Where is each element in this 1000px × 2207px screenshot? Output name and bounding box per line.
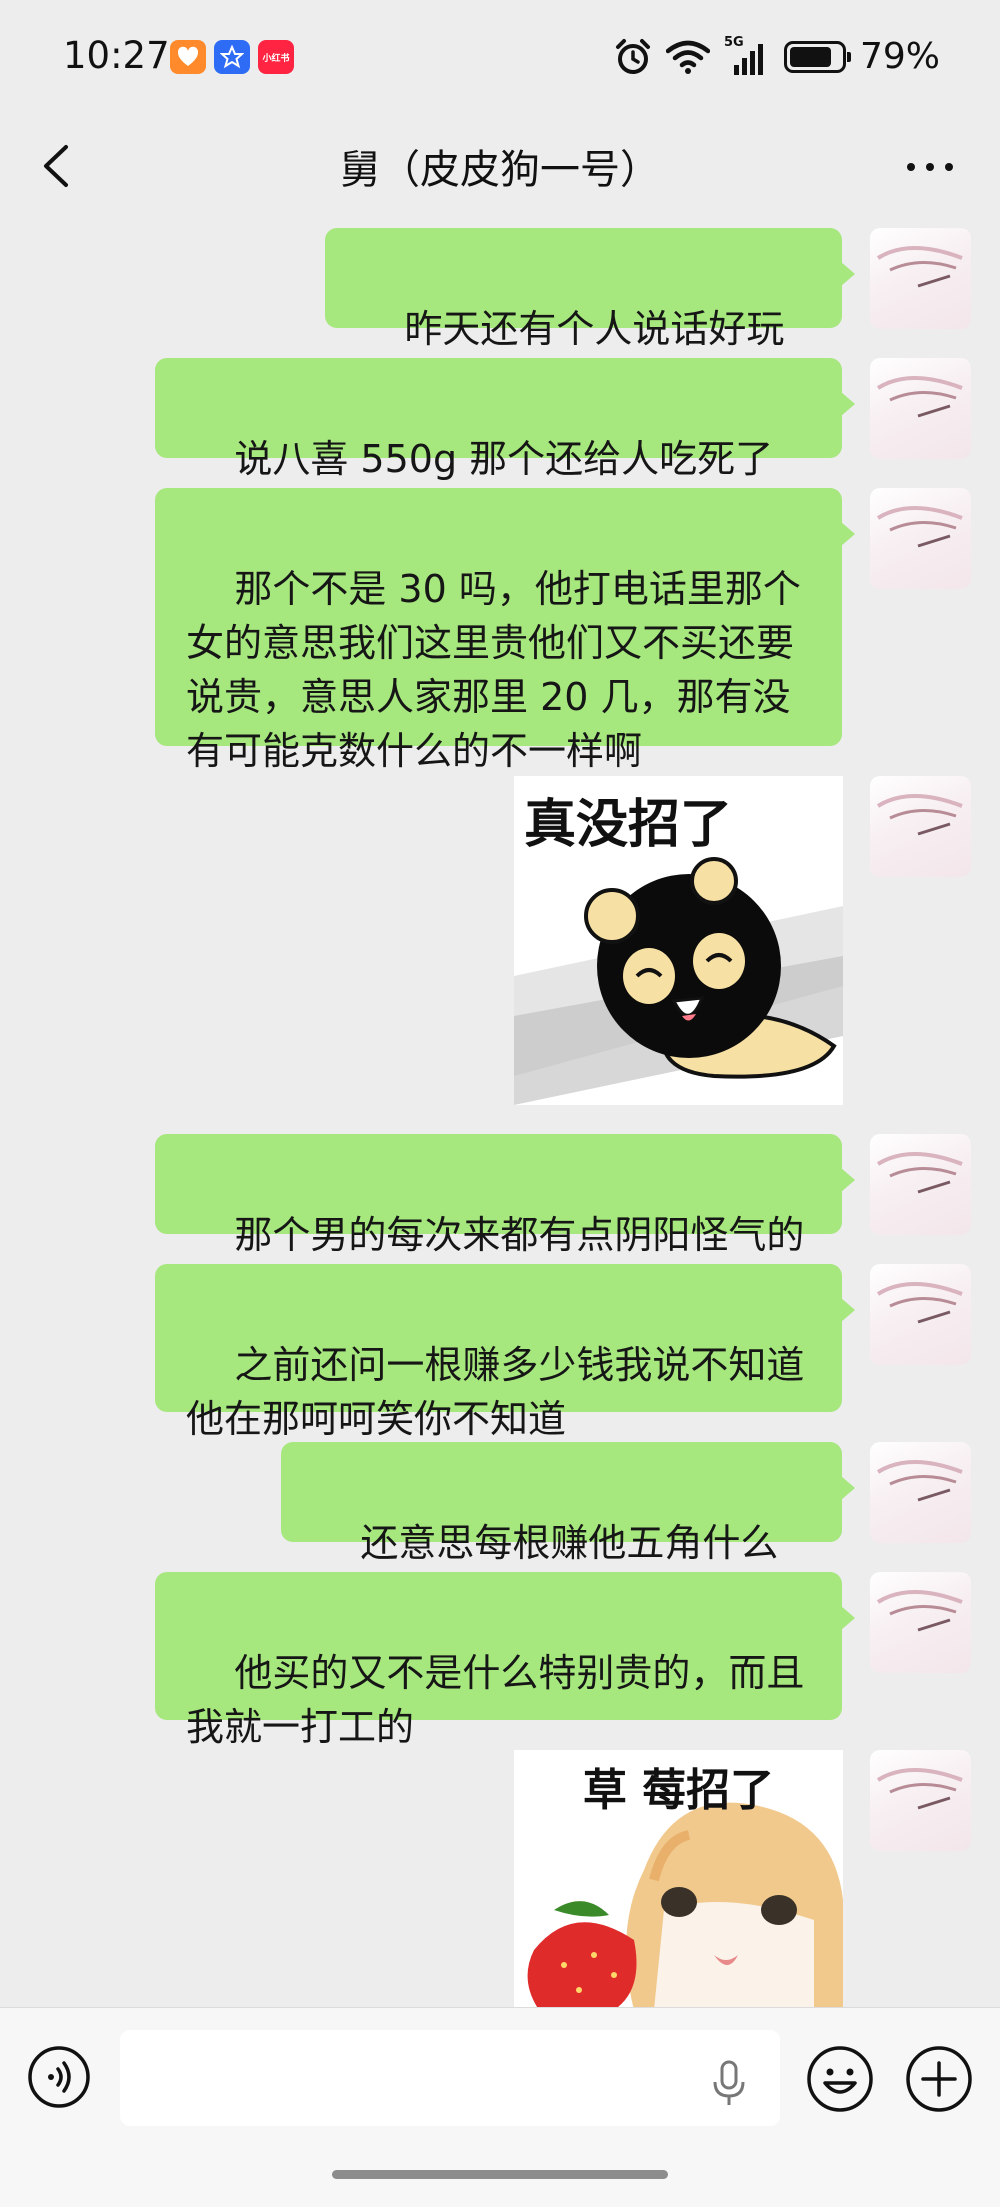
message-text: 那个不是 30 吗，他打电话里那个女的意思我们这里贵他们又不买还要说贵，意思人家… <box>186 567 801 773</box>
taobao-app-icon <box>170 40 206 74</box>
chat-header: 舅（皮皮狗一号） <box>0 115 1000 220</box>
battery-icon <box>783 40 851 73</box>
message-bubble[interactable]: 之前还问一根赚多少钱我说不知道他在那呵呵笑你不知道 <box>155 1264 855 1441</box>
avatar-image-icon <box>876 1282 963 1324</box>
avatar-image-icon <box>876 1152 963 1194</box>
status-app-icons: 小红书 <box>170 40 294 74</box>
plus-icon <box>906 2046 972 2112</box>
message-bubble[interactable]: 那个男的每次来都有点阴阳怪气的 <box>155 1134 855 1257</box>
avatar[interactable] <box>870 1442 971 1543</box>
message-bubble[interactable]: 昨天还有个人说话好玩呢 <box>325 228 855 405</box>
alarm-icon <box>615 38 650 74</box>
status-bar: 10:27 小红书 5G 79% <box>0 0 1000 115</box>
avatar[interactable] <box>870 1750 971 1851</box>
battery-percent: 79% <box>859 36 940 77</box>
mic-button[interactable] <box>712 2060 746 2108</box>
more-functions-button[interactable] <box>905 2045 973 2113</box>
xiaohongshu-app-icon: 小红书 <box>258 40 294 74</box>
avatar-image-icon <box>876 1768 963 1810</box>
avatar-image-icon <box>876 376 963 418</box>
xiaohongshu-label: 小红书 <box>262 53 290 64</box>
more-dots-icon <box>907 163 953 171</box>
avatar-image-icon <box>876 794 963 836</box>
avatar-image-icon <box>876 1590 963 1632</box>
more-options-button[interactable] <box>900 137 960 197</box>
avatar[interactable] <box>870 358 971 459</box>
avatar[interactable] <box>870 1572 971 1673</box>
avatar[interactable] <box>870 488 971 589</box>
sticker-message[interactable]: 真没招了 <box>514 776 843 1105</box>
message-text: 他买的又不是什么特别贵的，而且我就一打工的 <box>186 1651 805 1749</box>
blue-app-icon <box>214 40 250 74</box>
message-list[interactable]: 昨天还有个人说话好玩呢 说八喜 550g 那个还给人吃死了呢 那个不是 30 吗… <box>0 222 1000 2007</box>
avatar[interactable] <box>870 776 971 877</box>
message-bubble[interactable]: 还意思每根赚他五角什么的 <box>281 1442 855 1619</box>
voice-mode-button[interactable] <box>27 2045 91 2109</box>
chat-title: 舅（皮皮狗一号） <box>340 147 660 193</box>
avatar-image-icon <box>876 246 963 288</box>
message-input[interactable] <box>120 2030 780 2126</box>
network-type-label: 5G <box>723 34 744 50</box>
status-indicators: 5G 79% <box>614 35 940 77</box>
message-text: 那个男的每次来都有点阴阳怪气的 <box>234 1213 805 1257</box>
sticker-caption: 草 莓招了 <box>582 1765 775 1816</box>
wifi-icon <box>665 40 710 74</box>
avatar[interactable] <box>870 1264 971 1365</box>
avatar[interactable] <box>870 228 971 329</box>
avatar-image-icon <box>876 1460 963 1502</box>
message-bubble[interactable]: 他买的又不是什么特别贵的，而且我就一打工的 <box>155 1572 855 1749</box>
home-indicator[interactable] <box>332 2170 668 2179</box>
message-bubble[interactable]: 说八喜 550g 那个还给人吃死了呢 <box>155 358 855 535</box>
sticker-message[interactable]: 草 莓招了 <box>514 1750 843 2007</box>
avatar[interactable] <box>870 1134 971 1235</box>
emoji-button[interactable] <box>806 2045 874 2113</box>
message-text: 之前还问一根赚多少钱我说不知道他在那呵呵笑你不知道 <box>186 1343 805 1441</box>
status-time: 10:27 <box>63 34 170 77</box>
black-cartoon-hamster-sticker-icon <box>514 857 843 1105</box>
emoji-icon <box>807 2046 873 2112</box>
avatar-image-icon <box>876 506 963 548</box>
message-bubble[interactable]: 那个不是 30 吗，他打电话里那个女的意思我们这里贵他们又不买还要说贵，意思人家… <box>155 488 855 773</box>
cellular-signal-icon: 5G <box>724 35 770 75</box>
mic-icon <box>713 2060 745 2105</box>
voice-icon <box>28 2046 90 2108</box>
